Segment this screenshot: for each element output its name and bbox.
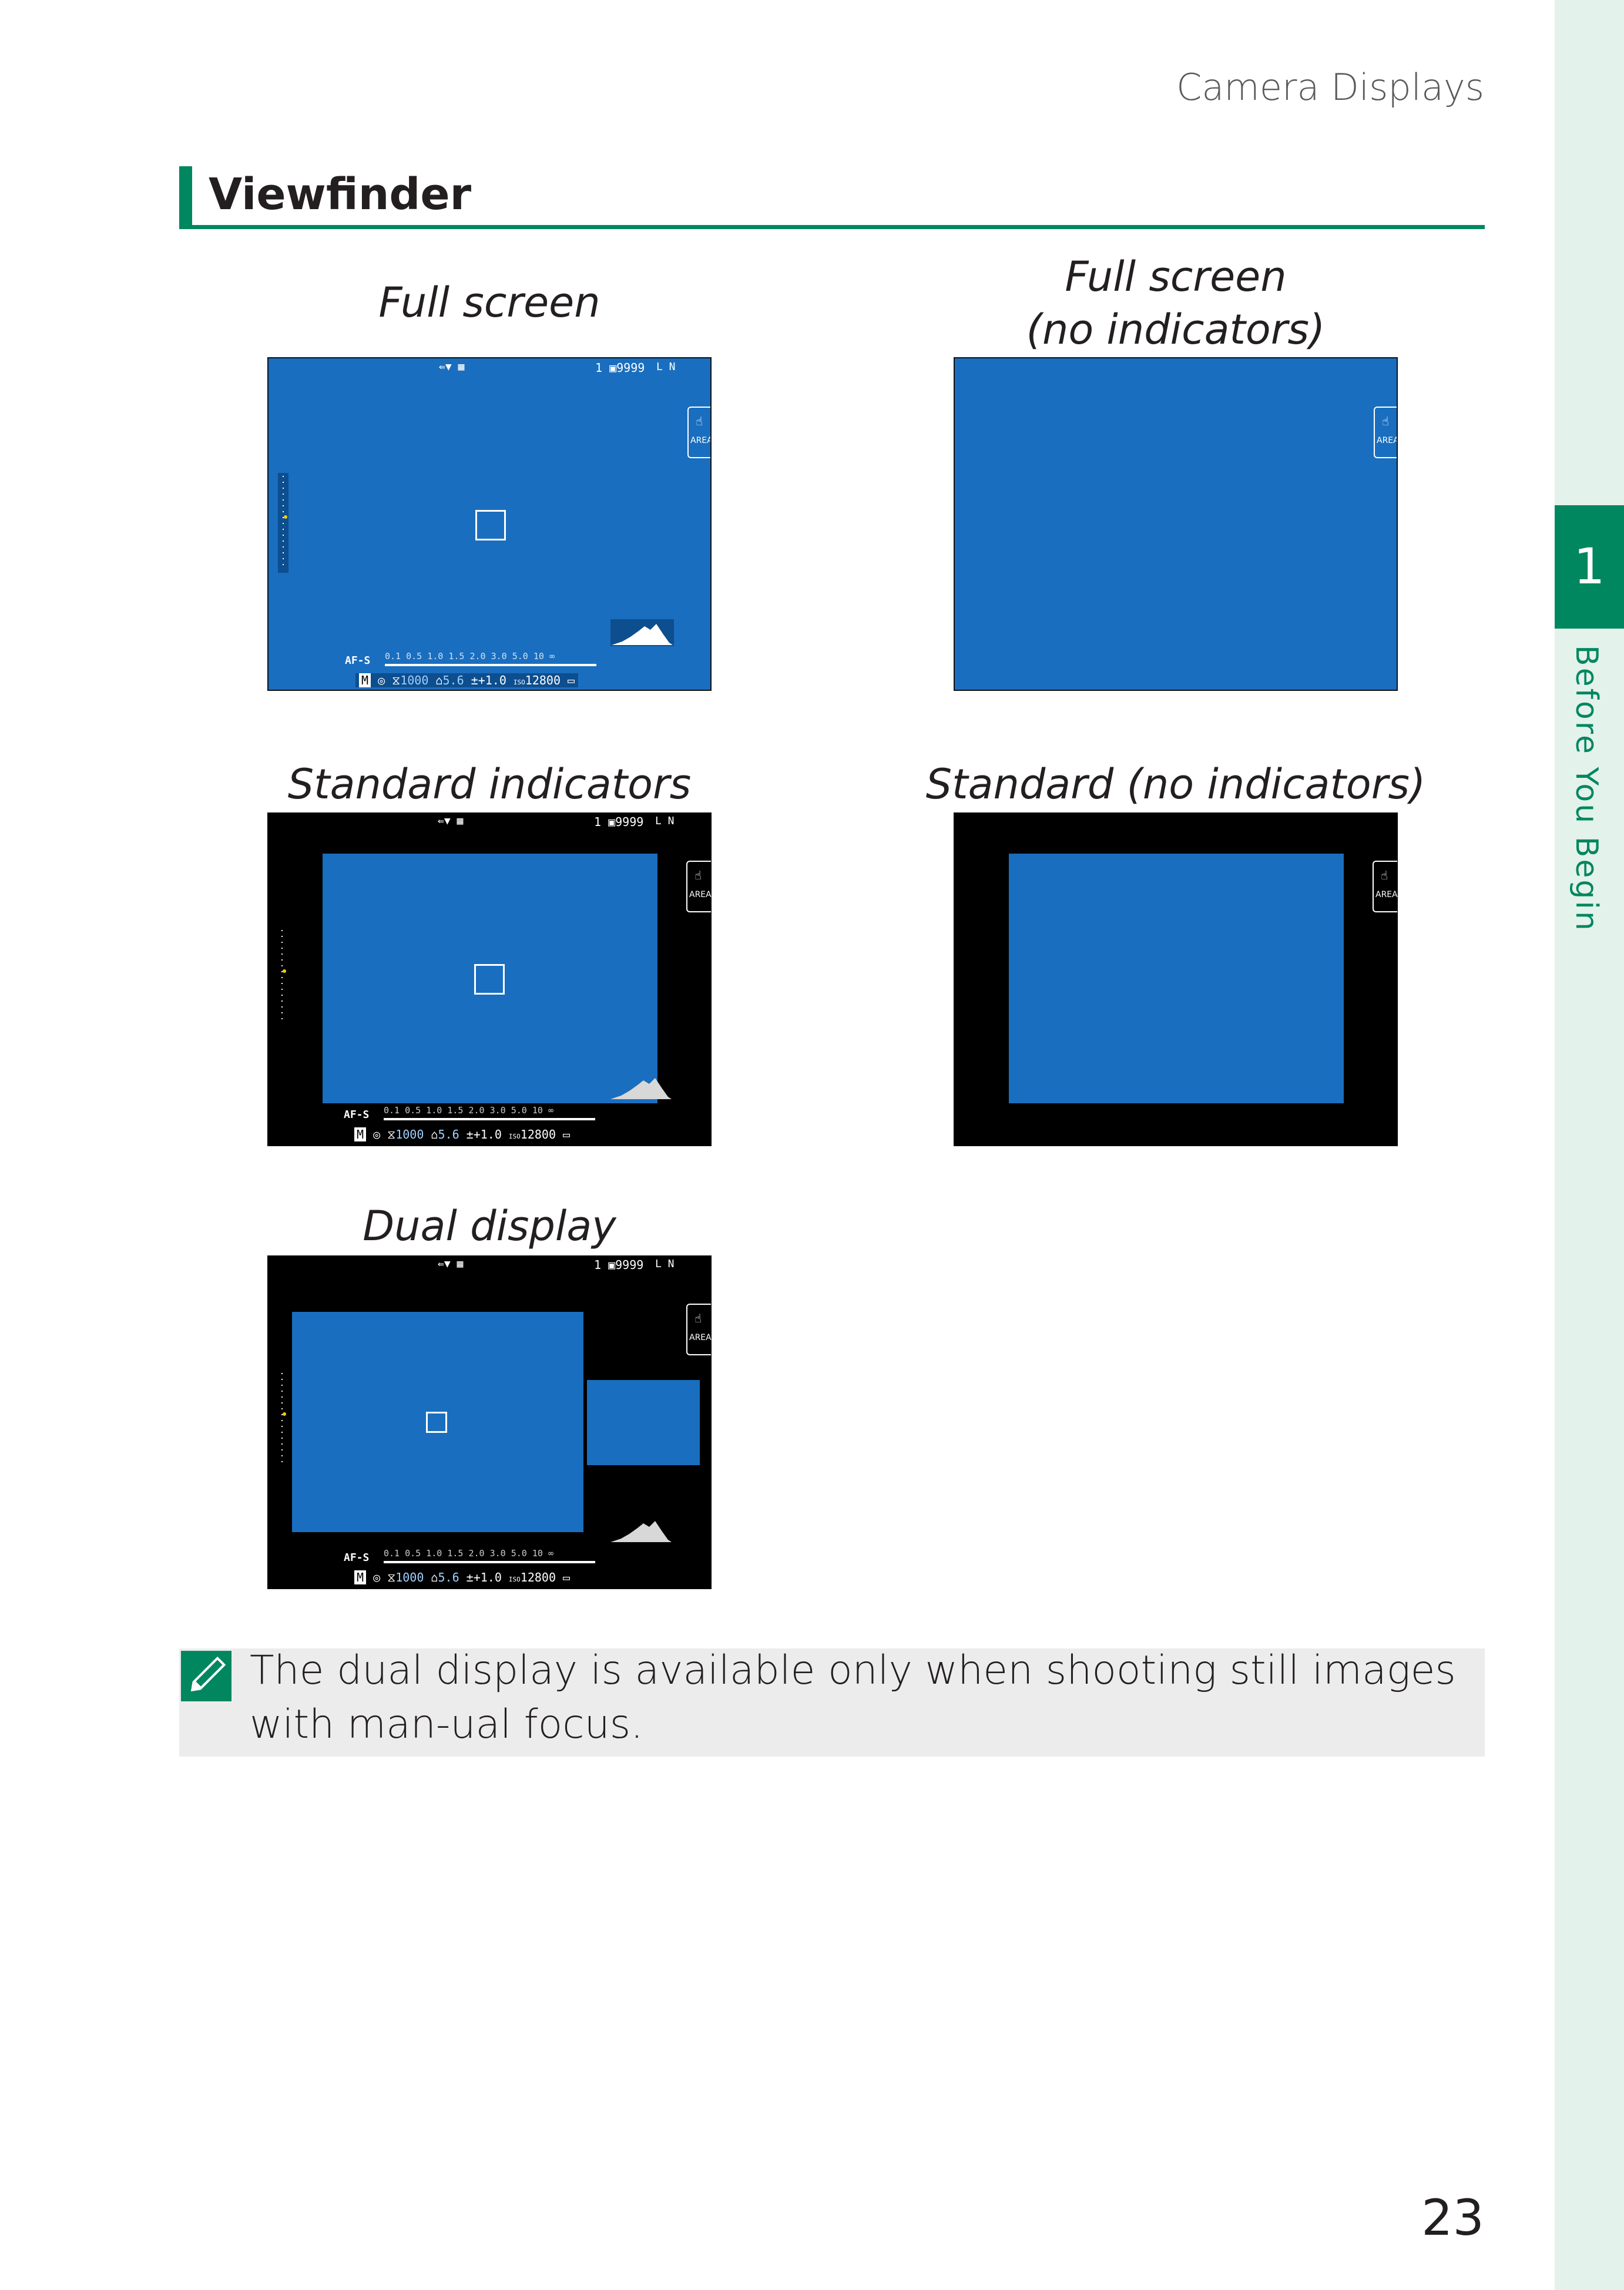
caption-standard-indicators: Standard indicators — [287, 760, 692, 808]
section-bar — [179, 166, 192, 229]
area-button[interactable]: ☝ AREA — [686, 1304, 712, 1355]
area-label: AREA — [689, 1333, 712, 1342]
hand-icon: ☝ — [1382, 414, 1390, 428]
focus-mode: AF-S — [344, 1552, 370, 1564]
iso-prefix: ISO — [508, 1576, 521, 1583]
iso-value: 12800 — [520, 1570, 556, 1584]
hand-icon: ☝ — [696, 414, 703, 428]
area-label: AREA — [1375, 890, 1398, 899]
area-label: AREA — [690, 436, 712, 445]
chapter-tab[interactable]: 1 — [1555, 505, 1624, 629]
distance-bar — [384, 1561, 595, 1563]
focus-frame[interactable] — [474, 964, 505, 995]
focus-frame[interactable] — [475, 510, 506, 540]
section-title: Viewfinder — [209, 169, 472, 220]
histogram-icon — [610, 619, 674, 646]
iso-value: 12800 — [520, 1127, 556, 1141]
hand-icon: ☝ — [1381, 868, 1388, 882]
shooting-mode: M — [354, 1570, 367, 1584]
histogram-icon — [610, 1521, 672, 1542]
aperture: 5.6 — [438, 1127, 459, 1141]
area-button[interactable]: ☝ AREA — [1373, 861, 1398, 912]
histogram-icon — [610, 1078, 672, 1099]
bottom-strip: M ◎ ⧖1000 ⌂5.6 ±+1.0 ISO12800 ▭ — [354, 1570, 570, 1584]
iso-prefix: ISO — [508, 1133, 521, 1140]
screen-standard-indicators: ⇚▼ ▦ 1 ▣9999 L N ☝ AREA AF-S 0.1 0.5 1.0 … — [267, 812, 712, 1146]
exposure-scale-icon — [281, 930, 286, 1024]
image-quality: L N — [655, 1258, 675, 1270]
shutter-speed: 1000 — [395, 1570, 424, 1584]
shooting-mode: M — [359, 673, 371, 687]
distance-bar — [384, 1118, 595, 1120]
top-status-icons: ⇚▼ ▦ — [438, 1258, 464, 1270]
caption-line-1: Full screen — [1065, 253, 1287, 301]
frames-remaining: 1 ▣9999 — [594, 815, 644, 829]
shutter-speed: 1000 — [395, 1127, 424, 1141]
caption-standard-no-indicators: Standard (no indicators) — [925, 760, 1426, 808]
screen-standard-no-indicators: ☝ AREA — [954, 812, 1398, 1146]
exposure-comp: +1.0 — [473, 1570, 502, 1584]
distance-scale: 0.1 0.5 1.0 1.5 2.0 3.0 5.0 10 ∞ — [384, 1548, 553, 1559]
image-quality: L N — [655, 815, 675, 827]
screen-dual-display: ⇚▼ ▦ 1 ▣9999 L N ☝ AREA AF-S 0.1 0.5 1.0 … — [267, 1255, 712, 1589]
caption-dual-display: Dual display — [363, 1202, 616, 1250]
caption-line-2: (no indicators) — [1026, 305, 1326, 354]
exposure-comp: +1.0 — [473, 1127, 502, 1141]
caption-full-screen-no-indicators: Full screen (no indicators) — [954, 250, 1398, 356]
focus-frame[interactable] — [426, 1412, 447, 1433]
frames-remaining: 1 ▣9999 — [594, 1258, 644, 1272]
hand-icon: ☝ — [694, 868, 702, 882]
exposure-scale-icon — [278, 473, 288, 573]
bottom-strip: M ◎ ⧖1000 ⌂5.6 ±+1.0 ISO12800 ▭ — [354, 1127, 570, 1141]
shutter-speed: 1000 — [400, 673, 429, 687]
caption-full-screen: Full screen — [378, 278, 600, 327]
area-button[interactable]: ☝ AREA — [687, 407, 712, 458]
image-quality: L N — [656, 361, 676, 373]
note-pencil-icon — [181, 1651, 231, 1701]
distance-scale: 0.1 0.5 1.0 1.5 2.0 3.0 5.0 10 ∞ — [385, 651, 555, 662]
side-strip — [1555, 0, 1624, 2290]
section-rule — [179, 225, 1485, 229]
chapter-label: Before You Begin — [1569, 645, 1604, 932]
focus-mode: AF-S — [345, 654, 371, 667]
aperture: 5.6 — [442, 673, 464, 687]
shooting-mode: M — [354, 1127, 367, 1141]
page-number: 23 — [1421, 2189, 1484, 2247]
top-status-icons: ⇚▼ ▦ — [439, 361, 465, 373]
chapter-number: 1 — [1573, 538, 1605, 595]
top-status-icons: ⇚▼ ▦ — [438, 815, 464, 827]
focus-mode: AF-S — [344, 1109, 370, 1121]
note-text: The dual display is available only when … — [250, 1647, 1456, 1748]
focus-zoom-area — [587, 1380, 700, 1465]
exposure-scale-icon — [281, 1373, 286, 1467]
screen-full-screen: ⇚▼ ▦ 1 ▣9999 L N ☝ AREA AF-S 0.1 0.5 1.0 … — [267, 357, 712, 691]
area-label: AREA — [1377, 436, 1398, 445]
iso-value: 12800 — [525, 673, 561, 687]
iso-prefix: ISO — [513, 679, 525, 686]
area-label: AREA — [689, 890, 712, 899]
area-button[interactable]: ☝ AREA — [686, 861, 712, 912]
area-button[interactable]: ☝ AREA — [1374, 407, 1398, 458]
hand-icon: ☝ — [694, 1311, 702, 1325]
exposure-comp: +1.0 — [478, 673, 506, 687]
running-header: Camera Displays — [1176, 66, 1484, 109]
distance-scale: 0.1 0.5 1.0 1.5 2.0 3.0 5.0 10 ∞ — [384, 1105, 553, 1116]
screen-full-screen-no-indicators: ☝ AREA — [954, 357, 1398, 691]
frames-remaining: 1 ▣9999 — [595, 361, 645, 375]
aperture: 5.6 — [438, 1570, 459, 1584]
image-area — [1009, 854, 1344, 1103]
distance-bar — [385, 664, 596, 666]
bottom-strip: M ◎ ⧖1000 ⌂5.6 ±+1.0 ISO12800 ▭ — [355, 673, 579, 687]
